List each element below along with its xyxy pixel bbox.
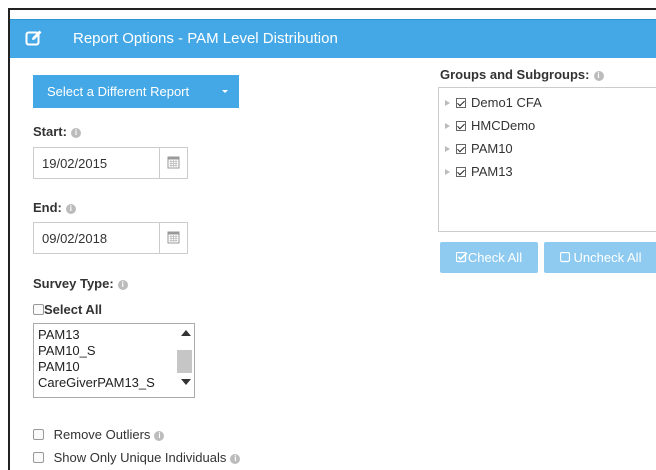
start-calendar-button[interactable]: [159, 147, 188, 179]
groups-label: Groups and Subgroups: i: [440, 67, 604, 82]
uncheck-all-button[interactable]: Uncheck All: [544, 242, 656, 273]
calendar-icon: [167, 156, 180, 169]
info-icon[interactable]: i: [117, 280, 128, 290]
tree-item[interactable]: HMCDemo: [445, 118, 535, 133]
info-icon[interactable]: i: [70, 128, 81, 138]
tree-checkbox[interactable]: [456, 121, 466, 131]
end-calendar-button[interactable]: [159, 222, 188, 254]
check-square-icon: [455, 251, 468, 263]
survey-type-label: Survey Type: i: [33, 276, 128, 291]
select-all-label: Select All: [44, 302, 103, 317]
expand-arrow-icon[interactable]: [445, 169, 450, 175]
unique-individuals-label: Show Only Unique Individuals: [53, 450, 227, 465]
remove-outliers-label: Remove Outliers: [53, 427, 151, 442]
tree-item[interactable]: Demo1 CFA: [445, 95, 542, 110]
groups-tree: Demo1 CFA HMCDemo PAM10 PAM13: [438, 87, 656, 232]
tree-item-label: Demo1 CFA: [471, 95, 542, 110]
unique-individuals-checkbox[interactable]: [33, 452, 44, 463]
check-all-label: Check All: [467, 250, 523, 265]
info-icon[interactable]: i: [154, 431, 165, 441]
tree-checkbox[interactable]: [456, 144, 466, 154]
tree-item-label: PAM13: [471, 164, 513, 179]
start-label: Start: i: [33, 124, 81, 139]
panel-title: Report Options - PAM Level Distribution: [73, 30, 338, 47]
expand-arrow-icon[interactable]: [445, 146, 450, 152]
remove-outliers-row[interactable]: Remove Outliers i: [33, 427, 165, 442]
tree-checkbox[interactable]: [456, 98, 466, 108]
tree-item[interactable]: PAM13: [445, 164, 513, 179]
start-date-input[interactable]: [33, 147, 159, 179]
tree-item-label: PAM10: [471, 141, 513, 156]
square-icon: [559, 251, 570, 263]
uncheck-all-label: Uncheck All: [573, 250, 642, 265]
select-report-button[interactable]: Select a Different Report: [33, 75, 239, 108]
remove-outliers-checkbox[interactable]: [33, 429, 44, 440]
tree-item-label: HMCDemo: [471, 118, 536, 133]
panel-header: Report Options - PAM Level Distribution: [10, 19, 656, 58]
end-date-input[interactable]: [33, 222, 159, 254]
survey-type-label-text: Survey Type:: [33, 276, 114, 291]
expand-arrow-icon[interactable]: [445, 100, 450, 106]
select-all-row[interactable]: Select All: [33, 302, 102, 317]
caret-down-icon: [222, 90, 228, 93]
list-item[interactable]: PAM13: [38, 327, 80, 343]
end-label-text: End:: [33, 200, 62, 215]
tree-item[interactable]: PAM10: [445, 141, 513, 156]
select-all-checkbox[interactable]: [33, 304, 44, 315]
list-item[interactable]: PAM10: [38, 359, 80, 375]
info-icon[interactable]: i: [593, 71, 604, 81]
end-label: End: i: [33, 200, 76, 215]
info-icon[interactable]: i: [65, 204, 76, 214]
survey-type-listbox[interactable]: PAM13 PAM10_S PAM10 CareGiverPAM13_S: [33, 323, 195, 398]
list-item[interactable]: PAM10_S: [38, 343, 96, 359]
scroll-up-arrow-icon[interactable]: [181, 330, 191, 336]
groups-label-text: Groups and Subgroups:: [440, 67, 590, 82]
check-all-button[interactable]: Check All: [440, 242, 538, 273]
scrollbar-thumb[interactable]: [177, 350, 192, 373]
tree-checkbox[interactable]: [456, 167, 466, 177]
select-report-label: Select a Different Report: [47, 84, 190, 99]
calendar-icon: [167, 231, 180, 244]
unique-individuals-row[interactable]: Show Only Unique Individuals i: [33, 450, 241, 465]
info-icon[interactable]: i: [230, 454, 241, 464]
list-item[interactable]: CareGiverPAM13_S: [38, 375, 155, 391]
expand-arrow-icon[interactable]: [445, 123, 450, 129]
edit-icon: [25, 30, 42, 46]
scroll-down-arrow-icon[interactable]: [181, 379, 191, 385]
start-label-text: Start:: [33, 124, 67, 139]
